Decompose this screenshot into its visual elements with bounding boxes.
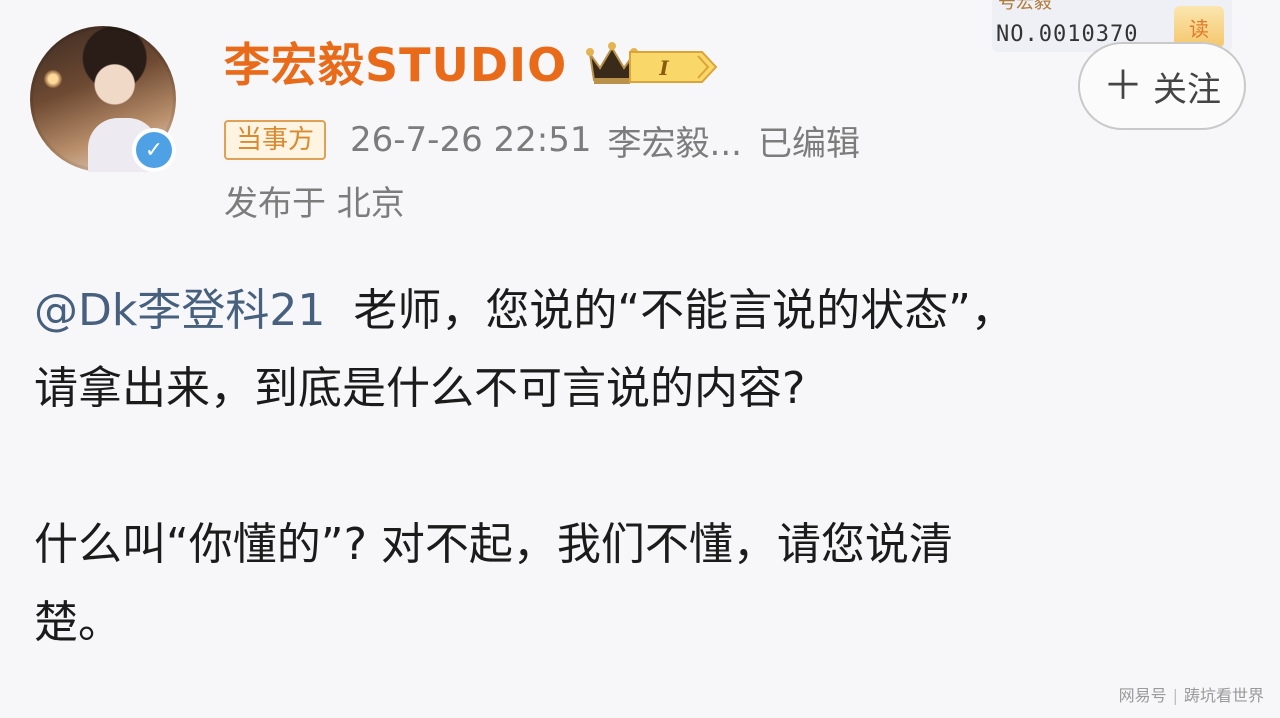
post-timestamp[interactable]: 26-7-26 22:51 — [350, 120, 592, 160]
post-line-1-text: 老师，您说的“不能言说的状态”， — [325, 285, 1015, 336]
post-location: 发布于 北京 — [224, 184, 405, 224]
verified-badge-icon: ✓ — [132, 128, 176, 172]
mention-link[interactable]: @Dk李登科21 — [34, 285, 325, 336]
level-badge-text: I — [658, 56, 669, 80]
post-source[interactable]: 李宏毅... — [608, 116, 742, 165]
post-line-2: 请拿出来，到底是什么不可言说的内容? — [34, 363, 806, 414]
follow-label: 关注 — [1153, 69, 1221, 110]
follow-button[interactable]: ＋ 关注 — [1078, 42, 1246, 130]
watermark: 网易号 | 踌坑看世界 — [1119, 682, 1264, 706]
post-line-3: 什么叫“你懂的”? 对不起，我们不懂，请您说清 — [34, 519, 953, 570]
watermark-source: 网易号 — [1118, 686, 1167, 705]
watermark-account: 踌坑看世界 — [1183, 686, 1264, 705]
author-name[interactable]: 李宏毅STUDIO — [224, 34, 567, 96]
post-content: @Dk李登科21 老师，您说的“不能言说的状态”， 请拿出来，到底是什么不可言说… — [34, 272, 1244, 662]
watermark-separator: | — [1172, 686, 1178, 705]
edited-label[interactable]: 已编辑 — [758, 116, 860, 165]
party-tag: 当事方 — [224, 120, 327, 160]
post-line-4: 楚。 — [34, 597, 122, 648]
weibo-post: ✓ 李宏毅STUDIO I 当事方 26-7-26 22:51 李宏毅... 已… — [0, 0, 1280, 718]
avatar-lamp-detail — [44, 70, 62, 88]
post-meta-row: 当事方 26-7-26 22:51 李宏毅... 已编辑 — [224, 116, 876, 164]
plus-icon: ＋ — [1103, 63, 1143, 109]
post-line-1: @Dk李登科21 老师，您说的“不能言说的状态”， — [34, 272, 1244, 350]
collection-tag-cut-text: 号宏毅 — [998, 0, 1052, 13]
member-level-badge: I — [629, 51, 718, 83]
